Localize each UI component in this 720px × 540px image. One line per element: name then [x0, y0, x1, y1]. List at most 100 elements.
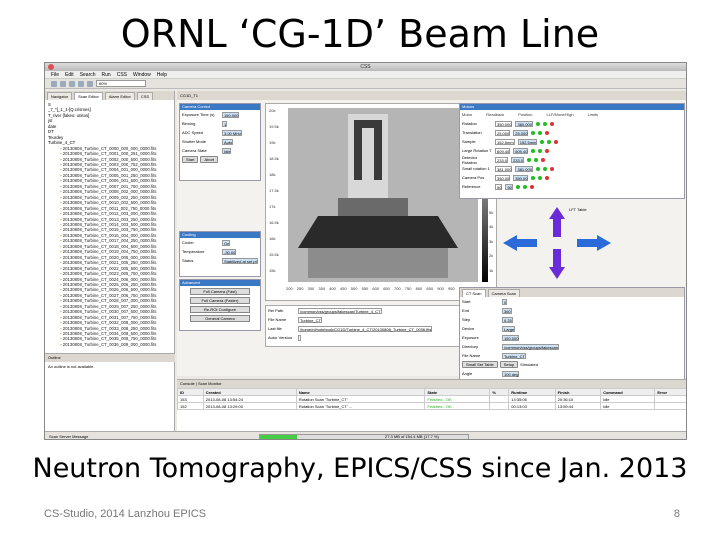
- y-tick-label: 17k: [269, 204, 276, 209]
- motor-position[interactable]: 609.40: [513, 147, 529, 154]
- tree-file[interactable]: 20130808_Turbine_CT_0023_005_750_0000.fi…: [48, 271, 171, 276]
- zoom-combo[interactable]: 60%: [96, 80, 146, 87]
- ct-scan-value[interactable]: Large: [502, 325, 516, 332]
- file-info-value[interactable]: /common/css/groups/fakescan/Turbine_4_CT: [298, 307, 382, 314]
- menu-edit[interactable]: Edit: [65, 71, 74, 78]
- colorbar-tick-label: 1k: [489, 267, 494, 273]
- tree-file[interactable]: 20130808_Turbine_CT_0019_004_750_0000.fi…: [48, 249, 171, 254]
- cooling-value[interactable]: Stabilized at set pt: [222, 257, 258, 264]
- cooling-value[interactable]: -30.00: [222, 248, 237, 255]
- tab-scan-editor[interactable]: Scan Editor: [74, 92, 103, 100]
- tab-camera-scan[interactable]: Camera Scan: [487, 289, 520, 297]
- tree-file[interactable]: 20130808_Turbine_CT_0010_002_500_0000.fi…: [48, 200, 171, 205]
- close-icon[interactable]: [48, 64, 54, 70]
- table-cell: 153: [177, 395, 204, 403]
- motor-position[interactable]: 152.5mm: [517, 138, 538, 145]
- menu-css[interactable]: CSS: [117, 71, 127, 78]
- abort-button[interactable]: Abort: [200, 156, 219, 163]
- x-tick-label: 650: [383, 286, 390, 291]
- small-set-table-button[interactable]: Small Set Table: [462, 361, 498, 368]
- motor-position[interactable]: 350.00: [513, 174, 529, 181]
- tab-navigator[interactable]: Navigator: [47, 92, 73, 100]
- tree-file[interactable]: 20130808_Turbine_CT_0017_004_250_0000.fi…: [48, 238, 171, 243]
- menu-help[interactable]: Help: [157, 71, 167, 78]
- tree-file[interactable]: 20130808_Turbine_CT_0032_008_000_0000.fi…: [48, 320, 171, 325]
- tree-file[interactable]: 20130808_Turbine_CT_0030_007_500_0000.fi…: [48, 309, 171, 314]
- camera-value[interactable]: Idle: [222, 147, 232, 154]
- setup-button[interactable]: Setup: [499, 361, 519, 368]
- cooling-value[interactable]: On: [222, 239, 231, 246]
- camera-value[interactable]: Auto: [222, 138, 234, 145]
- compass-label-table: LFT Table: [569, 207, 587, 212]
- file-info-value[interactable]: Turbine_CT: [298, 316, 322, 323]
- tab-alarm-editor[interactable]: Alarm Editor: [104, 92, 135, 100]
- motor-label: Large Rotation T: [462, 148, 492, 153]
- file-tree[interactable]: S _7_*]_1_1-[Q.crismes] T_river [fakeo: un…: [45, 100, 174, 348]
- menu-search[interactable]: Search: [80, 71, 96, 78]
- tab-ct-scan[interactable]: CT Scan: [462, 289, 486, 297]
- motor-label: Small rotation 1: [462, 166, 490, 171]
- ct-scan-value[interactable]: 0: [502, 298, 508, 305]
- menu-run[interactable]: Run: [102, 71, 111, 78]
- advanced-button[interactable]: Full Camera (Faster): [190, 297, 250, 304]
- file-info-value[interactable]: [298, 334, 301, 341]
- motor-position[interactable]: 50: [505, 183, 513, 190]
- menu-file[interactable]: File: [51, 71, 59, 78]
- tree-file[interactable]: 20130808_Turbine_CT_0001_000_251_0000.fi…: [48, 151, 171, 156]
- camera-label: ADC Speed: [182, 130, 204, 135]
- motor-position[interactable]: 25.000: [513, 129, 529, 136]
- motor-row: Translation 25.000 25.000: [460, 128, 684, 137]
- simulated-checkbox[interactable]: Simulated: [520, 362, 538, 367]
- ct-scan-value[interactable]: /common/css/groups/fakescan: [502, 343, 560, 350]
- tree-file[interactable]: 20130808_Turbine_CT_0021_005_250_0000.fi…: [48, 260, 171, 265]
- tab-scan-monitor[interactable]: Scan Monitor: [198, 381, 222, 386]
- advanced-button[interactable]: Full Camera (Fast): [190, 288, 250, 295]
- camera-value[interactable]: 1: [222, 120, 228, 127]
- menu-window[interactable]: Window: [133, 71, 151, 78]
- table-row[interactable]: 152 2013-08-08 13:29:00 Rotation Scan 'Tur…: [177, 402, 686, 410]
- motor-row: Large Rotation T 609.40 609.40: [460, 146, 684, 155]
- advanced-button[interactable]: Re-ROI Configure: [190, 306, 250, 313]
- motor-row: Small rotation 1 381.000 381.000: [460, 164, 684, 173]
- motor-status-led: [531, 148, 536, 153]
- camera-value[interactable]: 3.00 MHz: [222, 129, 243, 136]
- ct-status-label: Angle: [462, 371, 473, 376]
- tree-file[interactable]: 20130808_Turbine_CT_0028_007_000_0000.fi…: [48, 298, 171, 303]
- editor-tab[interactable]: CG1D_T1: [177, 91, 686, 100]
- console-column-header: Command: [600, 388, 656, 396]
- x-tick-label: 300: [307, 286, 315, 291]
- table-jog-control[interactable]: LFT Table: [497, 203, 617, 283]
- ct-status-value[interactable]: 100 deg: [502, 370, 520, 377]
- camera-buttons: Start Abort: [180, 155, 260, 164]
- motor-position[interactable]: 233.0: [511, 156, 525, 163]
- table-cell: 14:35:06: [508, 395, 556, 403]
- save-icon[interactable]: [60, 80, 66, 87]
- motor-position[interactable]: 360.000: [515, 120, 533, 127]
- tree-file[interactable]: 20130808_Turbine_CT_0008_002_000_0000.fi…: [48, 189, 171, 194]
- motor-position[interactable]: 381.000: [515, 165, 533, 172]
- tab-css[interactable]: CSS: [136, 92, 154, 100]
- run-icon[interactable]: [78, 80, 84, 87]
- print-icon[interactable]: [69, 80, 75, 87]
- table-row[interactable]: 153 2013-08-08 13:54:24 Rotation Scan 'Tur…: [177, 395, 686, 403]
- camera-value[interactable]: 150.000: [222, 111, 240, 118]
- new-icon[interactable]: [51, 80, 57, 87]
- tab-console[interactable]: Console: [180, 381, 195, 386]
- tree-file[interactable]: 20130808_Turbine_CT_0006_001_500_0000.fi…: [48, 178, 171, 183]
- stop-icon[interactable]: [87, 80, 93, 87]
- ct-scan-value[interactable]: 150.000: [502, 334, 520, 341]
- console-column-header: ID: [177, 388, 204, 396]
- tree-file[interactable]: 20130808_Turbine_CT_0012_003_000_0000.fi…: [48, 211, 171, 216]
- ct-scan-value[interactable]: 360: [502, 307, 512, 314]
- motor-status-led: [534, 157, 539, 162]
- neutron-image[interactable]: [288, 108, 478, 282]
- start-button[interactable]: Start: [182, 156, 199, 163]
- tree-file[interactable]: 20130808_Turbine_CT_0036_009_000_0000.fi…: [48, 342, 171, 347]
- advanced-button[interactable]: General Camera: [190, 315, 250, 322]
- file-info-label: File Name: [268, 317, 287, 322]
- ct-scan-value[interactable]: Turbine_CT: [502, 352, 526, 359]
- ct-scan-value[interactable]: 0.25: [502, 316, 513, 323]
- outline-tab[interactable]: Outline: [45, 354, 175, 362]
- file-info-value[interactable]: /home/nf/notebook/CG1D/Turbine_4_CT/2013…: [298, 325, 433, 332]
- x-tick-label: 400: [329, 286, 336, 291]
